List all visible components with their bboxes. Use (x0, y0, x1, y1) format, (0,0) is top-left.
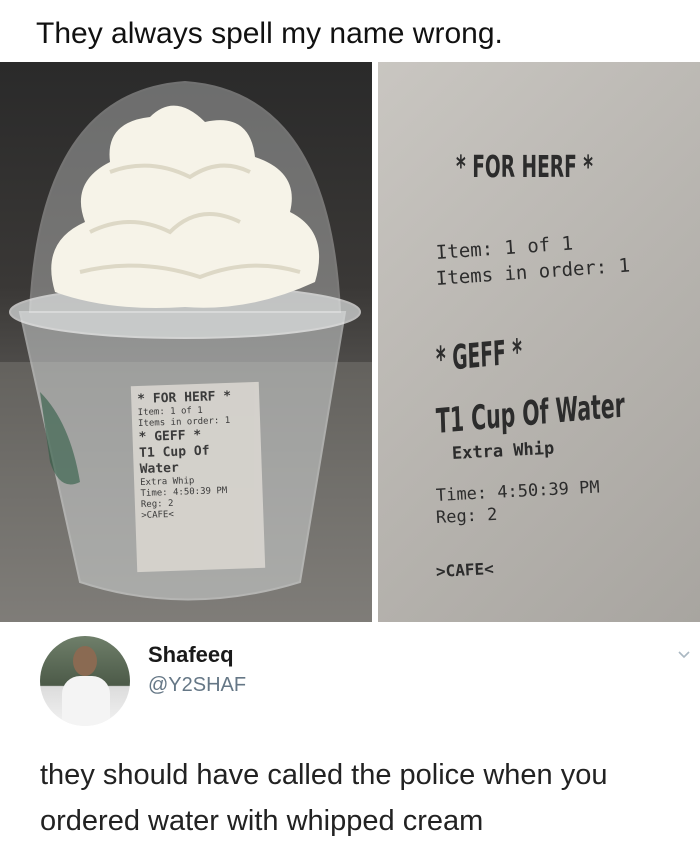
label-footer: >CAFE< (435, 558, 495, 581)
label-drink: T1 Cup Of Water (138, 443, 210, 478)
avatar-body (62, 676, 110, 726)
cup-label-large: * FOR HERF * Item: 1 of 1 Items in order… (416, 102, 686, 602)
photo-strip: * FOR HERF * Item: 1 of 1 Items in order… (0, 62, 700, 622)
label-drink: T1 Cup Of Water (435, 385, 626, 442)
cup-label-small: * FOR HERF * Item: 1 of 1 Items in order… (130, 381, 266, 573)
label-time: Time: 4:50:39 PM (435, 477, 601, 506)
chevron-down-icon[interactable] (678, 648, 690, 660)
tweet-text: they should have called the police when … (40, 759, 608, 837)
tweet-card: Shafeeq @Y2SHAF they should have called … (0, 622, 700, 868)
photo-label-closeup: * FOR HERF * Item: 1 of 1 Items in order… (378, 62, 700, 622)
label-reg: Reg: 2 (435, 504, 498, 528)
avatar-head (73, 646, 97, 676)
avatar[interactable] (40, 636, 130, 726)
label-header: * FOR HERF * (456, 150, 594, 185)
photo-cup-full: * FOR HERF * Item: 1 of 1 Items in order… (0, 62, 372, 622)
top-caption: They always spell my name wrong. (36, 17, 503, 50)
tweet-handle[interactable]: @Y2SHAF (148, 674, 246, 697)
label-name: * GEFF * (435, 331, 523, 380)
label-modifier: Extra Whip (451, 438, 555, 464)
tweet-display-name[interactable]: Shafeeq (148, 642, 234, 668)
